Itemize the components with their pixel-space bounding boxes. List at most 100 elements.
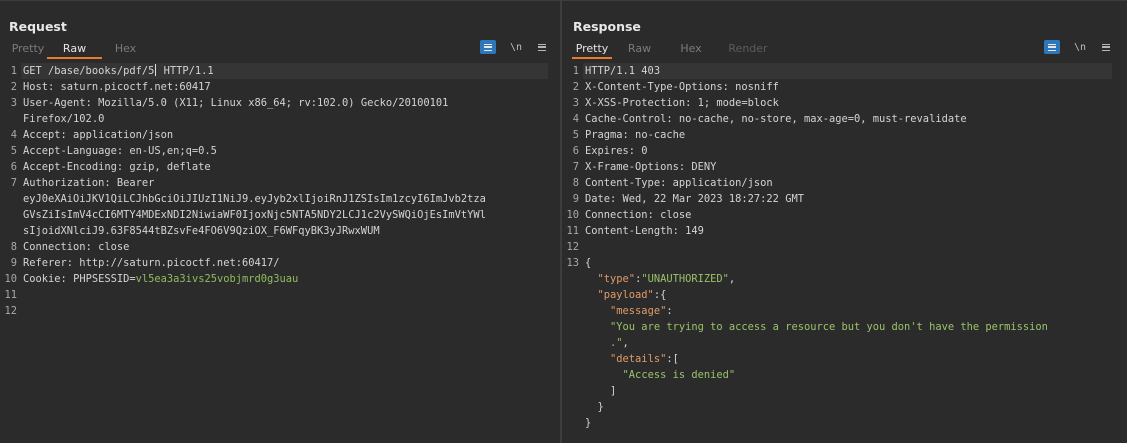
code-token: "You are trying to access a resource but… xyxy=(610,321,1048,333)
code-token: Referer xyxy=(23,257,67,269)
code-line: 11 xyxy=(0,287,560,303)
code-token: : application/json xyxy=(60,129,174,141)
response-title: Response xyxy=(573,19,641,34)
newline-toggle[interactable]: \n xyxy=(1072,40,1088,54)
code-line: 8 Connection: close xyxy=(0,239,560,255)
code-token: Cache-Control xyxy=(585,113,667,125)
tab-hex[interactable]: Hex xyxy=(667,41,715,59)
line-number: 5 xyxy=(10,145,17,157)
code-token: : Mozilla/5.0 (X11; Linux x86_64; rv:102… xyxy=(85,97,449,109)
code-line: 12 xyxy=(562,239,1127,255)
code-token: Connection xyxy=(585,209,648,221)
code-text: ] xyxy=(585,383,616,399)
code-token: , xyxy=(622,337,629,349)
code-line: GVsZiIsImV4cCI6MTY4MDExNDI2NiwiaWF0IjoxN… xyxy=(0,207,560,223)
tab-pretty[interactable]: Pretty xyxy=(9,41,47,59)
tab-hex[interactable]: Hex xyxy=(102,41,149,59)
code-text: "Access is denied" xyxy=(585,367,736,383)
pretty-print-toggle-icon[interactable] xyxy=(480,40,496,54)
code-text: } xyxy=(585,399,604,415)
line-number: 1 xyxy=(10,65,17,77)
code-line: 9 Date: Wed, 22 Mar 2023 18:27:22 GMT xyxy=(562,191,1127,207)
code-text: "details":[ xyxy=(585,351,679,367)
code-token: "details" xyxy=(610,353,667,365)
code-line: "You are trying to access a resource but… xyxy=(562,319,1127,335)
code-text: "payload":{ xyxy=(585,287,667,303)
code-token: , xyxy=(728,273,736,285)
code-token: Accept xyxy=(23,129,61,141)
code-text: User-Agent: Mozilla/5.0 (X11; Linux x86_… xyxy=(23,95,448,111)
current-line-highlight xyxy=(583,63,1112,79)
code-text: } xyxy=(585,415,591,431)
code-token: "UNAUTHORIZED" xyxy=(641,273,729,285)
code-token: sIjoidXNlciJ9.63F8544tBZsvFe4FO6V9QziOX_… xyxy=(23,225,380,237)
code-line: 2 X-Content-Type-Options: nosniff xyxy=(562,79,1127,95)
code-token: : http://saturn.picoctf.net:60417/ xyxy=(66,257,280,269)
tab-pretty[interactable]: Pretty xyxy=(572,41,612,59)
code-line: Firefox/102.0 xyxy=(0,111,560,127)
newline-toggle[interactable]: \n xyxy=(508,40,524,54)
code-line: 2 Host: saturn.picoctf.net:60417 xyxy=(0,79,560,95)
line-number: 13 xyxy=(566,257,579,269)
code-text: Host: saturn.picoctf.net:60417 xyxy=(23,79,211,95)
menu-icon[interactable] xyxy=(1098,40,1114,54)
code-token: PHPSESSID xyxy=(73,273,130,285)
line-number: 9 xyxy=(572,193,579,205)
code-line: 6 Accept-Encoding: gzip, deflate xyxy=(0,159,560,175)
code-line: "message": xyxy=(562,303,1127,319)
request-editor[interactable]: 1 GET /base/books/pdf/5 HTTP/1.1 2 Host: sa… xyxy=(0,63,560,443)
code-token: Cookie xyxy=(23,273,61,285)
line-number: 3 xyxy=(572,97,579,109)
code-token: Expires xyxy=(585,145,629,157)
response-tabs: Pretty Raw Hex Render xyxy=(572,41,781,59)
code-text: Content-Type: application/json xyxy=(585,175,773,191)
code-text: { xyxy=(585,255,591,271)
code-text: eyJ0eXAiOiJKV1QiLCJhbGciOiJIUzI1NiJ9.eyJ… xyxy=(23,191,486,207)
code-token: : saturn.picoctf.net:60417 xyxy=(48,81,211,93)
code-line: sIjoidXNlciJ9.63F8544tBZsvFe4FO6V9QziOX_… xyxy=(0,223,560,239)
code-line: 4 Cache-Control: no-cache, no-store, max-… xyxy=(562,111,1127,127)
line-number: 12 xyxy=(4,305,17,317)
pretty-print-toggle-icon[interactable] xyxy=(1044,40,1060,54)
code-line: 1 GET /base/books/pdf/5 HTTP/1.1 xyxy=(0,63,560,79)
code-text: Accept-Encoding: gzip, deflate xyxy=(23,159,211,175)
code-text: "message": xyxy=(585,303,673,319)
code-text: Authorization: Bearer xyxy=(23,175,154,191)
request-title: Request xyxy=(9,19,67,34)
code-token: : Bearer xyxy=(104,177,155,189)
code-token: : xyxy=(60,273,74,285)
code-line: "Access is denied" xyxy=(562,367,1127,383)
code-text: sIjoidXNlciJ9.63F8544tBZsvFe4FO6V9QziOX_… xyxy=(23,223,380,239)
code-text: Cache-Control: no-cache, no-store, max-a… xyxy=(585,111,967,127)
line-number: 6 xyxy=(10,161,17,173)
code-line: 5 Pragma: no-cache xyxy=(562,127,1127,143)
response-toolbar: \n xyxy=(1044,40,1114,54)
tab-raw[interactable]: Raw xyxy=(612,41,667,59)
tab-raw[interactable]: Raw xyxy=(47,41,102,59)
line-number: 10 xyxy=(4,273,17,285)
code-token: "Access is denied" xyxy=(622,369,736,381)
code-text: X-XSS-Protection: 1; mode=block xyxy=(585,95,779,111)
code-token: : close xyxy=(647,209,692,221)
line-number: 7 xyxy=(10,177,17,189)
code-token: X-XSS-Protection xyxy=(585,97,686,109)
code-token: : application/json xyxy=(660,177,773,189)
line-number: 2 xyxy=(572,81,579,93)
code-token: GVsZiIsImV4cCI6MTY4MDExNDI2NiwiaWF0IjoxN… xyxy=(23,209,486,221)
code-token: : gzip, deflate xyxy=(116,161,211,173)
code-text: GVsZiIsImV4cCI6MTY4MDExNDI2NiwiaWF0IjoxN… xyxy=(23,207,486,223)
response-editor[interactable]: 1 HTTP/1.1 403 2 X-Content-Type-Options: no… xyxy=(562,63,1127,443)
code-line: 7 Authorization: Bearer xyxy=(0,175,560,191)
tab-render[interactable]: Render xyxy=(715,41,781,59)
code-token: Authorization xyxy=(23,177,105,189)
code-line: 12 xyxy=(0,303,560,319)
code-token: : no-cache, no-store, max-age=0, must-re… xyxy=(666,113,967,125)
line-number: 12 xyxy=(566,241,579,253)
code-token: Date xyxy=(585,193,611,205)
code-line: "type":"UNAUTHORIZED", xyxy=(562,271,1127,287)
code-token: : en-US,en;q=0.5 xyxy=(116,145,217,157)
menu-icon[interactable] xyxy=(534,40,550,54)
